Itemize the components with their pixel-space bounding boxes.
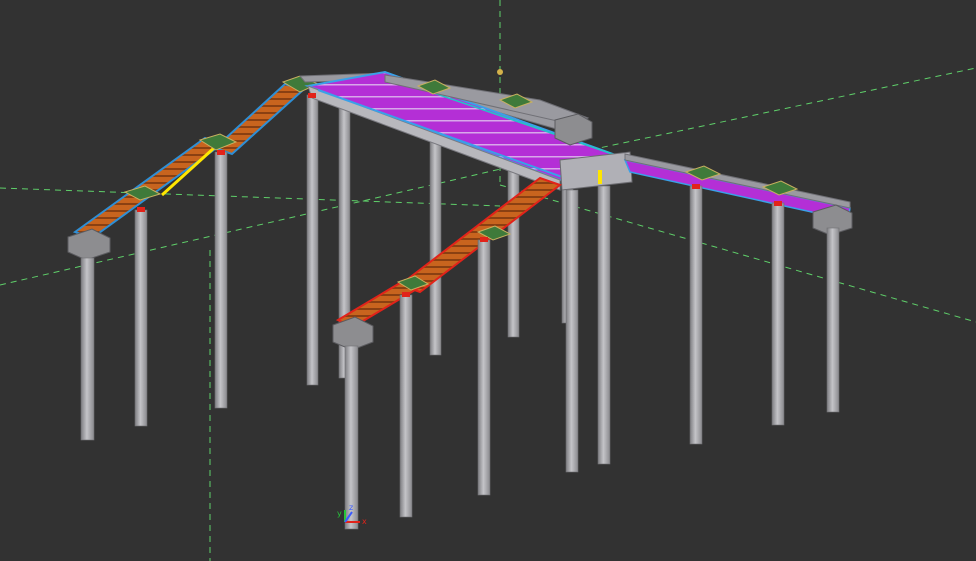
column bbox=[429, 134, 442, 356]
joint-marker bbox=[402, 292, 410, 297]
column bbox=[565, 189, 579, 473]
stair-left bbox=[67, 75, 320, 261]
axis-x-label: x bbox=[362, 517, 367, 526]
column bbox=[344, 345, 359, 530]
deck-end-marker bbox=[598, 170, 602, 184]
axis-y-label: y bbox=[337, 509, 342, 518]
walkway-right bbox=[623, 153, 853, 236]
column bbox=[507, 164, 520, 338]
joint-marker bbox=[308, 93, 316, 98]
joint-marker bbox=[217, 150, 225, 155]
grid-line-horizontal bbox=[0, 187, 501, 207]
joint-marker bbox=[480, 237, 488, 242]
column bbox=[399, 294, 413, 518]
column bbox=[826, 227, 840, 413]
structure-scene[interactable]: x z y bbox=[0, 0, 976, 561]
joint-marker bbox=[137, 207, 145, 212]
column bbox=[477, 239, 491, 496]
column bbox=[306, 94, 319, 386]
column bbox=[214, 151, 228, 409]
stair-front bbox=[332, 176, 563, 351]
columns-front bbox=[80, 151, 840, 530]
column bbox=[771, 202, 785, 426]
model-viewport-3d[interactable]: x z y bbox=[0, 0, 976, 561]
survey-marker bbox=[497, 69, 503, 75]
joint-marker bbox=[774, 201, 782, 206]
joint-marker bbox=[692, 184, 700, 189]
column bbox=[80, 257, 95, 441]
column bbox=[134, 209, 148, 427]
walkway-right-rail bbox=[624, 153, 851, 209]
pile-cap bbox=[67, 228, 111, 261]
column bbox=[689, 185, 703, 445]
axis-z-label: z bbox=[349, 503, 353, 512]
pile-cap bbox=[554, 113, 593, 146]
column bbox=[597, 185, 611, 465]
